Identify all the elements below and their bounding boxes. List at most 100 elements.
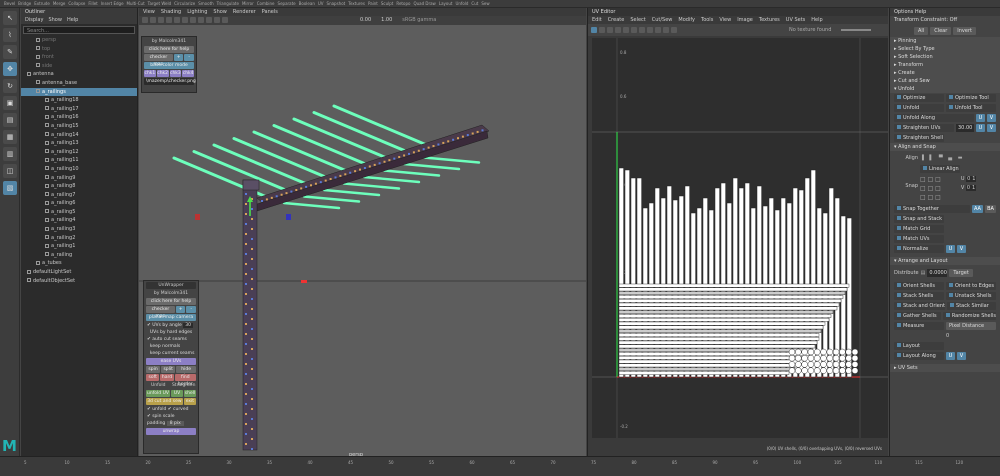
pinning-section[interactable]: ▸ Pinning bbox=[890, 37, 1000, 45]
uv-flip-u-icon[interactable] bbox=[607, 27, 613, 33]
shelf-item[interactable]: Insert Edge bbox=[101, 1, 124, 6]
layout-four-icon[interactable]: ▥ bbox=[3, 147, 17, 161]
outliner-item[interactable]: a_railings bbox=[21, 87, 137, 97]
uw-minus-button[interactable]: - bbox=[186, 306, 196, 313]
layout-u-button[interactable]: U bbox=[946, 352, 955, 360]
rotate-tool-icon[interactable]: ↻ bbox=[3, 79, 17, 93]
unfold-checkbox[interactable]: ✔ unfold ✔ curved bbox=[144, 406, 198, 413]
uv-flip-v-icon[interactable] bbox=[615, 27, 621, 33]
uv-select-icon[interactable] bbox=[591, 27, 597, 33]
orient-edges-button[interactable]: Orient to Edges bbox=[946, 282, 996, 290]
outliner-item[interactable]: a_railing7 bbox=[21, 191, 137, 200]
soft-selection-section[interactable]: ▸ Soft Selection bbox=[890, 53, 1000, 61]
shelf-item[interactable]: Collapse bbox=[68, 1, 85, 6]
outliner-item[interactable]: a_railing16 bbox=[21, 113, 137, 122]
uv-menu-cut-sew[interactable]: Cut/Sew bbox=[652, 17, 673, 23]
uvs-by-angle-checkbox[interactable]: ✔ UVs by angle 30 bbox=[144, 322, 198, 329]
normalize-v-button[interactable]: V bbox=[957, 245, 966, 253]
shelf-item[interactable]: Textures bbox=[348, 1, 365, 6]
stack-shells-button[interactable]: Stack Shells bbox=[894, 292, 944, 300]
uw-checker-map-button[interactable]: checker map bbox=[146, 306, 175, 319]
chk3-button[interactable]: chk3 bbox=[169, 70, 182, 77]
uv-canvas[interactable]: 0.80.60.40.20.0-0.2 bbox=[592, 38, 888, 438]
snap-u-1[interactable]: 1 bbox=[971, 176, 977, 182]
snap-together-button[interactable]: Snap Together bbox=[894, 205, 970, 213]
straighten-shell-button[interactable]: Straighten Shell bbox=[894, 134, 944, 142]
cut-sew-button[interactable]: 3d cut and sew bbox=[146, 398, 183, 405]
outliner-item[interactable]: a_railing8 bbox=[21, 182, 137, 191]
outliner-item[interactable]: a_railing5 bbox=[21, 208, 137, 217]
planar-map-button[interactable]: planar map camera bbox=[146, 314, 196, 321]
create-section[interactable]: ▸ Create bbox=[890, 69, 1000, 77]
move-tool-icon[interactable]: ✥ bbox=[3, 62, 17, 76]
outliner-item[interactable]: antenna bbox=[21, 70, 137, 79]
outliner-item[interactable]: side bbox=[21, 62, 137, 71]
uv-filter-icon[interactable] bbox=[671, 27, 677, 33]
angle-field[interactable]: 30 bbox=[183, 323, 193, 328]
pixel-distance-dropdown[interactable]: Pixel Distance bbox=[946, 322, 996, 330]
shell-button[interactable]: shell bbox=[184, 390, 196, 397]
gather-shells-button[interactable]: Gather Shells bbox=[894, 312, 941, 320]
outliner-item[interactable]: a_railing3 bbox=[21, 225, 137, 234]
shelf-item[interactable]: Sculpt bbox=[381, 1, 394, 6]
shelf-item[interactable]: Target Weld bbox=[148, 1, 171, 6]
uv-menu-create[interactable]: Create bbox=[608, 17, 625, 23]
unfold-tool-button[interactable]: Unfold Tool bbox=[946, 104, 996, 112]
align-icons[interactable]: ▐ ▌ ▀ ▄ ▬ bbox=[920, 155, 964, 161]
uv-checker-icon[interactable] bbox=[639, 27, 645, 33]
uv-shade-icon[interactable] bbox=[647, 27, 653, 33]
shelf-item[interactable]: Sew bbox=[481, 1, 489, 6]
unfold-section[interactable]: ▾ Unfold bbox=[890, 85, 1000, 93]
shelf-item[interactable]: Bevel bbox=[4, 1, 15, 6]
distribute-field[interactable]: 0.0000 bbox=[927, 269, 948, 277]
checker-path-field[interactable]: \mazemp\checker.png bbox=[144, 78, 196, 85]
keep-normals-checkbox[interactable]: keep normals bbox=[144, 343, 198, 350]
checker-minus-button[interactable]: - bbox=[184, 54, 194, 61]
layout-button[interactable]: Layout bbox=[894, 342, 944, 350]
outliner-item[interactable]: a_railing12 bbox=[21, 148, 137, 157]
outliner-item[interactable]: a_railing15 bbox=[21, 122, 137, 131]
uv-menu-tools[interactable]: Tools bbox=[701, 17, 713, 23]
uv-menu-textures[interactable]: Textures bbox=[759, 17, 780, 23]
stack-similar-button[interactable]: Stack Similar bbox=[947, 302, 996, 310]
keep-seams-checkbox[interactable]: keep current seams bbox=[144, 350, 198, 357]
uvs-hard-checkbox[interactable]: UVs by hard edges bbox=[144, 329, 198, 336]
outliner-item[interactable]: a_railing11 bbox=[21, 156, 137, 165]
shelf-item[interactable]: Retopo bbox=[396, 1, 410, 6]
outliner-item[interactable]: a_railing2 bbox=[21, 234, 137, 243]
uv-menu-image[interactable]: Image bbox=[737, 17, 753, 23]
snap-v-1[interactable]: 1 bbox=[971, 185, 977, 191]
outliner-item[interactable]: persp bbox=[21, 36, 137, 45]
linear-align-button[interactable]: Linear Align bbox=[920, 165, 960, 173]
shelf-item[interactable]: Boolean bbox=[299, 1, 315, 6]
shelf-item[interactable]: Cut bbox=[471, 1, 478, 6]
uv-distortion-icon[interactable] bbox=[663, 27, 669, 33]
shelf-item[interactable]: Smooth bbox=[198, 1, 213, 6]
align-snap-section[interactable]: ▾ Align and Snap bbox=[890, 143, 1000, 151]
uv-grid-icon[interactable] bbox=[631, 27, 637, 33]
shelf-item[interactable]: Unfold bbox=[455, 1, 468, 6]
outliner-item[interactable]: a_railing9 bbox=[21, 174, 137, 183]
exposure-slider[interactable] bbox=[841, 29, 872, 31]
outliner-item[interactable]: a_railing18 bbox=[21, 96, 137, 105]
shelf-item[interactable]: Layout bbox=[439, 1, 453, 6]
snap-uv-fields[interactable]: U 01V 01 bbox=[961, 175, 977, 193]
outliner-menu-help[interactable]: Help bbox=[67, 17, 78, 23]
straighten-angle-field[interactable]: 30.00 bbox=[956, 124, 974, 132]
auto-cut-checkbox[interactable]: ✔ auto cut seams bbox=[144, 336, 198, 343]
uv-menu-view[interactable]: View bbox=[719, 17, 731, 23]
chk1-button[interactable]: chk1 bbox=[144, 70, 156, 77]
outliner-item[interactable]: top bbox=[21, 45, 137, 54]
shelf-item[interactable]: Circularize bbox=[174, 1, 195, 6]
uv-menu-select[interactable]: Select bbox=[630, 17, 645, 23]
uv-button[interactable]: UV bbox=[171, 390, 183, 397]
chk2-button[interactable]: chk2 bbox=[156, 70, 169, 77]
viewport-panel[interactable]: View Shading Lighting Show Renderer Panels 0.… bbox=[139, 8, 586, 456]
optimize-tool-button[interactable]: Optimize Tool bbox=[946, 94, 996, 102]
straighten-v-button[interactable]: V bbox=[987, 124, 996, 132]
outliner-menu-display[interactable]: Display bbox=[25, 17, 43, 23]
exit-button[interactable]: exit bbox=[183, 398, 196, 405]
outliner-search-input[interactable]: Search... bbox=[23, 26, 135, 34]
shelf-item[interactable]: Merge bbox=[53, 1, 66, 6]
unfold-uv-button[interactable]: unfold UV bbox=[146, 390, 170, 397]
